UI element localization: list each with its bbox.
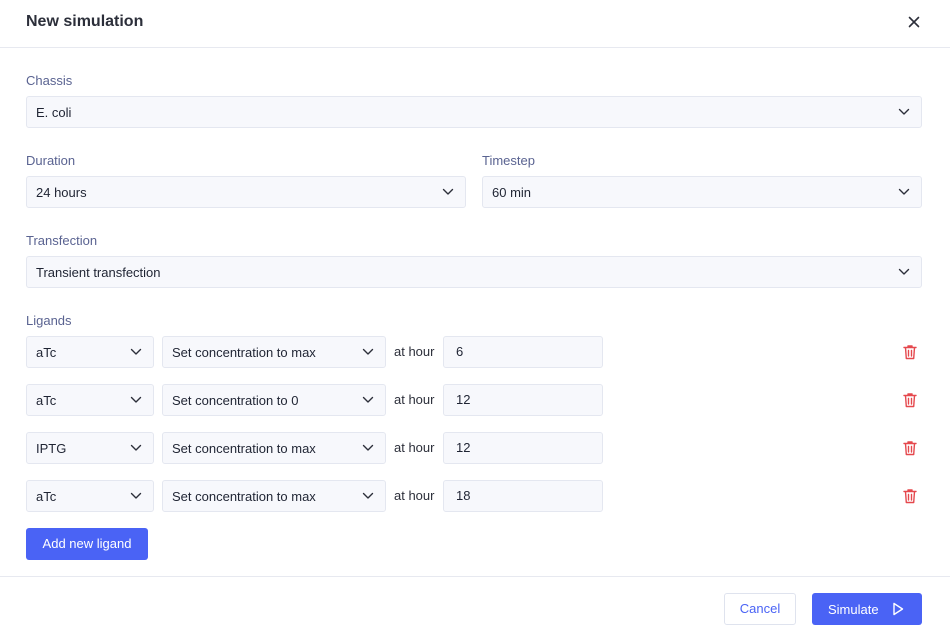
hour-input[interactable]: 12 bbox=[443, 432, 603, 464]
hour-input[interactable]: 18 bbox=[443, 480, 603, 512]
ligand-select[interactable]: aTc bbox=[26, 480, 154, 512]
chevron-down-icon bbox=[898, 108, 910, 116]
duration-value: 24 hours bbox=[36, 185, 87, 200]
chevron-down-icon bbox=[362, 492, 374, 500]
close-icon[interactable] bbox=[904, 12, 924, 32]
ligand-value: aTc bbox=[36, 345, 57, 360]
chassis-select[interactable]: E. coli bbox=[26, 96, 922, 128]
chassis-label: Chassis bbox=[26, 73, 73, 88]
chevron-down-icon bbox=[898, 188, 910, 196]
add-ligand-button[interactable]: Add new ligand bbox=[26, 528, 148, 560]
transfection-value: Transient transfection bbox=[36, 265, 161, 280]
chassis-value: E. coli bbox=[36, 105, 72, 120]
timestep-select[interactable]: 60 min bbox=[482, 176, 922, 208]
trash-icon[interactable] bbox=[903, 392, 917, 408]
ligand-value: IPTG bbox=[36, 441, 67, 456]
hour-input[interactable]: 12 bbox=[443, 384, 603, 416]
ligands-label: Ligands bbox=[26, 313, 72, 328]
chevron-down-icon bbox=[130, 396, 142, 404]
chevron-down-icon bbox=[362, 396, 374, 404]
action-value: Set concentration to max bbox=[172, 441, 316, 456]
dialog-header: New simulation bbox=[0, 0, 950, 48]
play-icon bbox=[892, 602, 904, 616]
simulate-label: Simulate bbox=[828, 602, 879, 617]
trash-icon[interactable] bbox=[903, 344, 917, 360]
duration-label: Duration bbox=[26, 153, 76, 168]
action-value: Set concentration to max bbox=[172, 345, 316, 360]
at-hour-label: at hour bbox=[394, 392, 435, 407]
chevron-down-icon bbox=[130, 492, 142, 500]
cancel-button[interactable]: Cancel bbox=[724, 593, 796, 625]
chevron-down-icon bbox=[362, 348, 374, 356]
dialog-title: New simulation bbox=[26, 13, 144, 30]
chevron-down-icon bbox=[442, 188, 454, 196]
action-value: Set concentration to max bbox=[172, 489, 316, 504]
at-hour-label: at hour bbox=[394, 488, 435, 503]
chevron-down-icon bbox=[362, 444, 374, 452]
ligand-select[interactable]: IPTG bbox=[26, 432, 154, 464]
simulate-button[interactable]: Simulate bbox=[812, 593, 922, 625]
timestep-value: 60 min bbox=[492, 185, 532, 200]
timestep-label: Timestep bbox=[482, 153, 535, 168]
action-select[interactable]: Set concentration to max bbox=[162, 480, 386, 512]
ligand-value: aTc bbox=[36, 489, 57, 504]
action-select[interactable]: Set concentration to max bbox=[162, 336, 386, 368]
hour-input[interactable]: 6 bbox=[443, 336, 603, 368]
ligand-value: aTc bbox=[36, 393, 57, 408]
transfection-select[interactable]: Transient transfection bbox=[26, 256, 922, 288]
at-hour-label: at hour bbox=[394, 440, 435, 455]
action-value: Set concentration to 0 bbox=[172, 393, 299, 408]
ligand-select[interactable]: aTc bbox=[26, 384, 154, 416]
action-select[interactable]: Set concentration to 0 bbox=[162, 384, 386, 416]
duration-select[interactable]: 24 hours bbox=[26, 176, 466, 208]
transfection-label: Transfection bbox=[26, 233, 98, 248]
chevron-down-icon bbox=[898, 268, 910, 276]
chevron-down-icon bbox=[130, 348, 142, 356]
ligand-select[interactable]: aTc bbox=[26, 336, 154, 368]
footer-divider bbox=[0, 576, 950, 577]
chevron-down-icon bbox=[130, 444, 142, 452]
action-select[interactable]: Set concentration to max bbox=[162, 432, 386, 464]
trash-icon[interactable] bbox=[903, 440, 917, 456]
trash-icon[interactable] bbox=[903, 488, 917, 504]
at-hour-label: at hour bbox=[394, 344, 435, 359]
